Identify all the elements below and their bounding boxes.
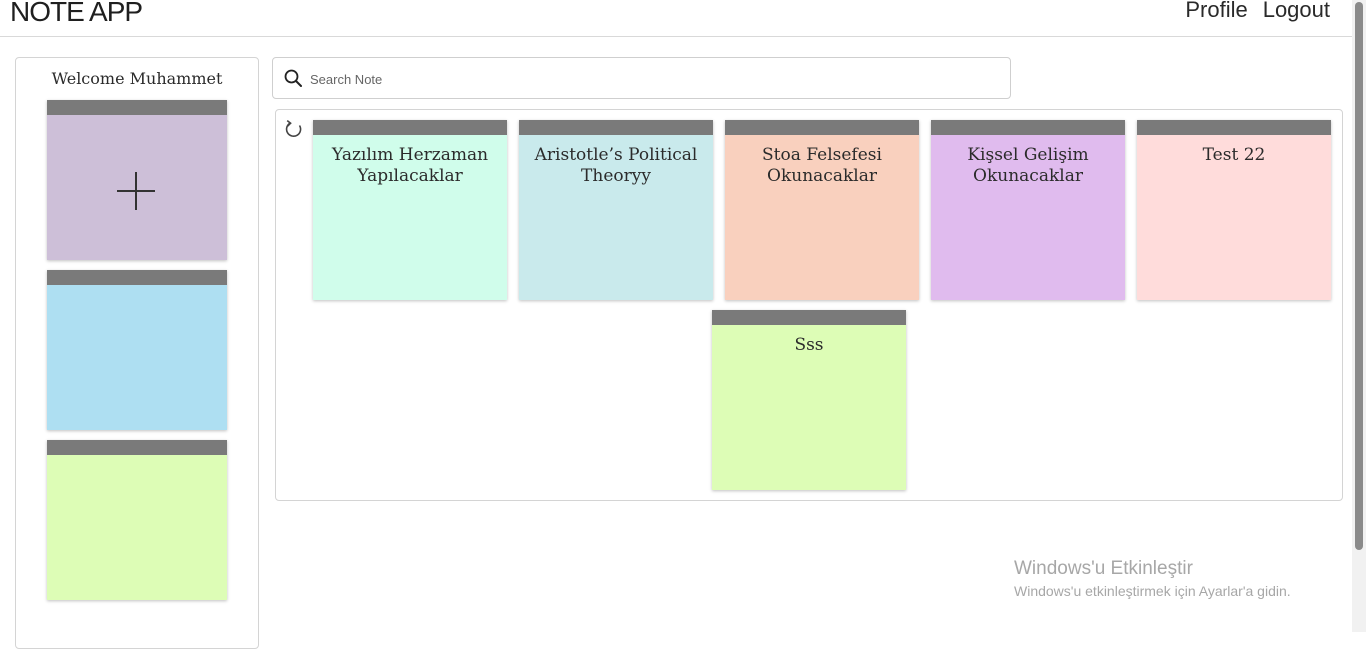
note-header (47, 100, 227, 115)
search-input[interactable] (308, 68, 1002, 90)
page-scrollbar[interactable] (1352, 0, 1366, 632)
search-icon (284, 69, 302, 87)
note-title: Aristotle’s Political Theoryy (534, 145, 698, 186)
windows-activation-watermark: Windows'u Etkinleştir Windows'u etkinleş… (1014, 557, 1291, 601)
navbar: NOTE APP Profile Logout (0, 0, 1352, 37)
note-title: Yazılım Herzaman Yapılacaklar (331, 145, 489, 186)
scrollbar-thumb[interactable] (1355, 2, 1363, 550)
note-header (47, 270, 227, 285)
notes-panel: Yazılım Herzaman Yapılacaklar Aristotle’… (275, 109, 1343, 501)
note-card[interactable]: Kişsel Gelişim Okunacaklar (931, 120, 1125, 300)
note-header (519, 120, 713, 135)
watermark-title: Windows'u Etkinleştir (1014, 558, 1193, 579)
refresh-icon[interactable] (284, 119, 304, 139)
note-card[interactable]: Sss (712, 310, 906, 490)
note-header (725, 120, 919, 135)
search-box (272, 57, 1011, 99)
note-header (931, 120, 1125, 135)
welcome-text: Welcome Muhammet (51, 69, 223, 88)
add-note-button[interactable] (47, 100, 227, 260)
note-title: Kişsel Gelişim Okunacaklar (967, 145, 1089, 186)
note-header (1137, 120, 1331, 135)
note-card[interactable]: Stoa Felsefesi Okunacaklar (725, 120, 919, 300)
profile-link[interactable]: Profile (1185, 0, 1247, 23)
note-header (313, 120, 507, 135)
note-card[interactable]: Aristotle’s Political Theoryy (519, 120, 713, 300)
note-title: Stoa Felsefesi Okunacaklar (762, 145, 882, 186)
note-header (712, 310, 906, 325)
note-card[interactable]: Yazılım Herzaman Yapılacaklar (313, 120, 507, 300)
watermark-subtitle: Windows'u etkinleştirmek için Ayarlar'a … (1014, 583, 1291, 599)
app-brand[interactable]: NOTE APP (10, 0, 143, 28)
logout-link[interactable]: Logout (1263, 0, 1330, 23)
note-card[interactable]: Test 22 (1137, 120, 1331, 300)
plus-icon (117, 172, 155, 210)
note-title: Test 22 (1202, 145, 1266, 165)
color-option-blue[interactable] (47, 270, 227, 430)
note-header (47, 440, 227, 455)
note-title: Sss (794, 335, 824, 355)
sidebar: Welcome Muhammet (15, 57, 259, 649)
nav-links: Profile Logout (1185, 0, 1330, 23)
color-option-green[interactable] (47, 440, 227, 600)
